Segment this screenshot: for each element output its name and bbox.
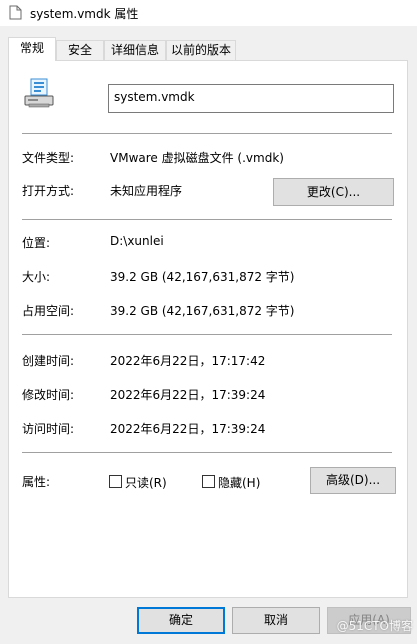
modified-value: 2022年6月22日，17:39:24 — [110, 388, 266, 402]
accessed-value: 2022年6月22日，17:39:24 — [110, 422, 266, 436]
size-label: 大小: — [22, 270, 51, 284]
tab-general[interactable]: 常规 — [8, 37, 56, 61]
hidden-checkbox-label[interactable]: 隐藏(H) — [218, 474, 260, 491]
readonly-checkbox[interactable] — [109, 475, 122, 488]
hidden-checkbox[interactable] — [202, 475, 215, 488]
ok-button[interactable]: 确定 — [137, 607, 225, 634]
tab-security[interactable]: 安全 — [56, 40, 104, 60]
watermark: @51CTO博客 — [336, 619, 413, 633]
file-type-label: 文件类型: — [22, 151, 75, 165]
size-on-disk-value: 39.2 GB (42,167,631,872 字节) — [110, 304, 295, 318]
divider — [22, 452, 392, 453]
file-type-value: VMware 虚拟磁盘文件 (.vmdk) — [110, 151, 284, 165]
file-icon — [24, 78, 54, 108]
advanced-button[interactable]: 高级(D)... — [310, 467, 396, 494]
created-label: 创建时间: — [22, 354, 75, 368]
open-with-value: 未知应用程序 — [110, 184, 183, 198]
size-value: 39.2 GB (42,167,631,872 字节) — [110, 270, 295, 284]
location-value: D:\xunlei — [110, 234, 164, 248]
created-value: 2022年6月22日，17:17:42 — [110, 354, 266, 368]
window-title: system.vmdk 属性 — [30, 7, 139, 21]
tab-details[interactable]: 详细信息 — [104, 40, 166, 60]
size-on-disk-label: 占用空间: — [22, 304, 75, 318]
change-button[interactable]: 更改(C)... — [273, 178, 394, 206]
divider — [22, 334, 392, 335]
title-bar[interactable]: system.vmdk 属性 — [0, 0, 417, 26]
cancel-button[interactable]: 取消 — [232, 607, 320, 634]
document-icon — [9, 5, 22, 20]
location-label: 位置: — [22, 236, 51, 250]
tab-previous-versions[interactable]: 以前的版本 — [166, 40, 236, 60]
filename-field[interactable]: system.vmdk — [108, 84, 394, 113]
open-with-label: 打开方式: — [22, 184, 75, 198]
divider — [22, 219, 392, 220]
modified-label: 修改时间: — [22, 388, 75, 402]
readonly-checkbox-label[interactable]: 只读(R) — [125, 474, 167, 491]
divider — [22, 133, 392, 134]
accessed-label: 访问时间: — [22, 422, 75, 436]
attributes-label: 属性: — [22, 475, 51, 489]
general-panel — [8, 60, 408, 598]
